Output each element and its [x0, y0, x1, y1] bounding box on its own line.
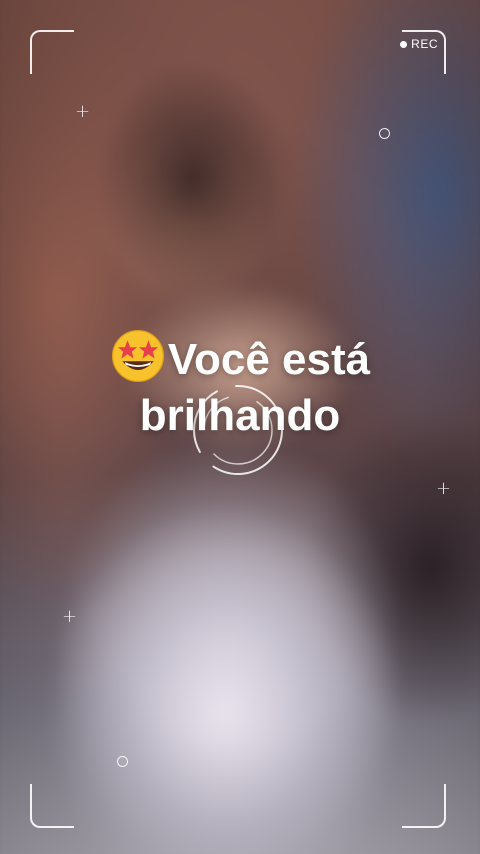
caption-line-1-text: Você está — [167, 335, 371, 384]
rec-indicator: REC — [400, 37, 438, 51]
plus-sparkle-icon: + — [62, 606, 78, 627]
story-screen: REC + + + Você está brilhando — [0, 0, 480, 854]
small-circle-icon — [379, 128, 390, 139]
plus-sparkle-icon: + — [436, 478, 452, 499]
viewfinder-corner-top-left — [30, 30, 74, 74]
star-struck-emoji-icon — [111, 329, 164, 383]
plus-sparkle-icon: + — [75, 101, 91, 122]
small-circle-icon — [117, 756, 128, 767]
rec-label: REC — [411, 37, 438, 51]
viewfinder-corner-bottom-left — [30, 784, 74, 828]
caption-line-2: brilhando — [139, 391, 341, 440]
viewfinder-corner-bottom-right — [402, 784, 446, 828]
caption-line-1: Você está — [0, 328, 480, 388]
caption-text: Você está brilhando — [0, 328, 480, 444]
rec-dot-icon — [400, 40, 408, 48]
